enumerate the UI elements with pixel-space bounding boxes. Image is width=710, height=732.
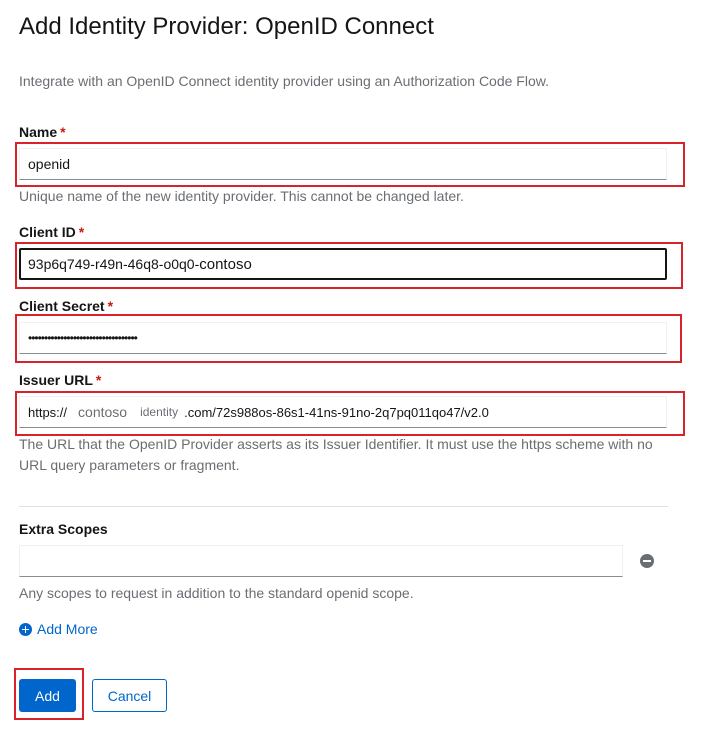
required-marker: * bbox=[60, 124, 66, 140]
minus-circle-icon[interactable] bbox=[640, 554, 654, 568]
issuer-url-part-path: .com/72s988os-86s1-41ns-91no-2q7pq011qo4… bbox=[184, 404, 489, 420]
name-input-value: openid bbox=[28, 156, 71, 172]
client-secret-label: Client Secret * bbox=[19, 298, 113, 314]
client-secret-input[interactable]: •••••••••••••••••••••••••••••••••• bbox=[19, 322, 667, 354]
add-more-label: Add More bbox=[37, 621, 98, 637]
page-title: Add Identity Provider: OpenID Connect bbox=[19, 13, 434, 40]
issuer-url-part-tenant: contoso bbox=[78, 404, 128, 420]
client-secret-label-text: Client Secret bbox=[19, 298, 105, 314]
name-input[interactable]: openid bbox=[19, 148, 667, 180]
issuer-url-helper-text: The URL that the OpenID Provider asserts… bbox=[19, 436, 653, 473]
extra-scopes-input[interactable] bbox=[19, 545, 623, 577]
cancel-button[interactable]: Cancel bbox=[92, 679, 167, 712]
extra-scopes-label: Extra Scopes bbox=[19, 521, 108, 537]
section-divider bbox=[19, 506, 668, 507]
issuer-url-label-text: Issuer URL bbox=[19, 372, 93, 388]
name-label-text: Name bbox=[19, 124, 58, 140]
client-id-label-text: Client ID bbox=[19, 224, 76, 240]
client-id-value-prefix: 93p6q749-r49n-46q8-o0q0- bbox=[28, 256, 200, 272]
required-marker: * bbox=[107, 298, 114, 314]
issuer-url-label: Issuer URL * bbox=[19, 372, 101, 388]
extra-scopes-helper-text: Any scopes to request in addition to the… bbox=[19, 585, 414, 601]
required-marker: * bbox=[78, 224, 85, 240]
name-helper-text: Unique name of the new identity provider… bbox=[19, 188, 464, 204]
client-id-input[interactable]: 93p6q749-r49n-46q8-o0q0- contoso bbox=[19, 248, 667, 280]
name-label: Name * bbox=[19, 124, 66, 140]
add-more-link[interactable]: Add More bbox=[19, 621, 98, 637]
issuer-url-part-domain: identity bbox=[140, 405, 179, 419]
issuer-url-input[interactable]: https:// contoso identity .com/72s988os-… bbox=[19, 396, 667, 428]
client-secret-value: •••••••••••••••••••••••••••••••••• bbox=[28, 331, 138, 345]
required-marker: * bbox=[95, 372, 102, 388]
add-button[interactable]: Add bbox=[19, 679, 76, 712]
client-id-value-suffix: contoso bbox=[199, 255, 252, 273]
plus-circle-icon bbox=[19, 622, 32, 636]
issuer-url-part-scheme: https:// bbox=[28, 404, 68, 420]
client-id-label: Client ID * bbox=[19, 224, 84, 240]
page-subtitle: Integrate with an OpenID Connect identit… bbox=[19, 73, 549, 89]
